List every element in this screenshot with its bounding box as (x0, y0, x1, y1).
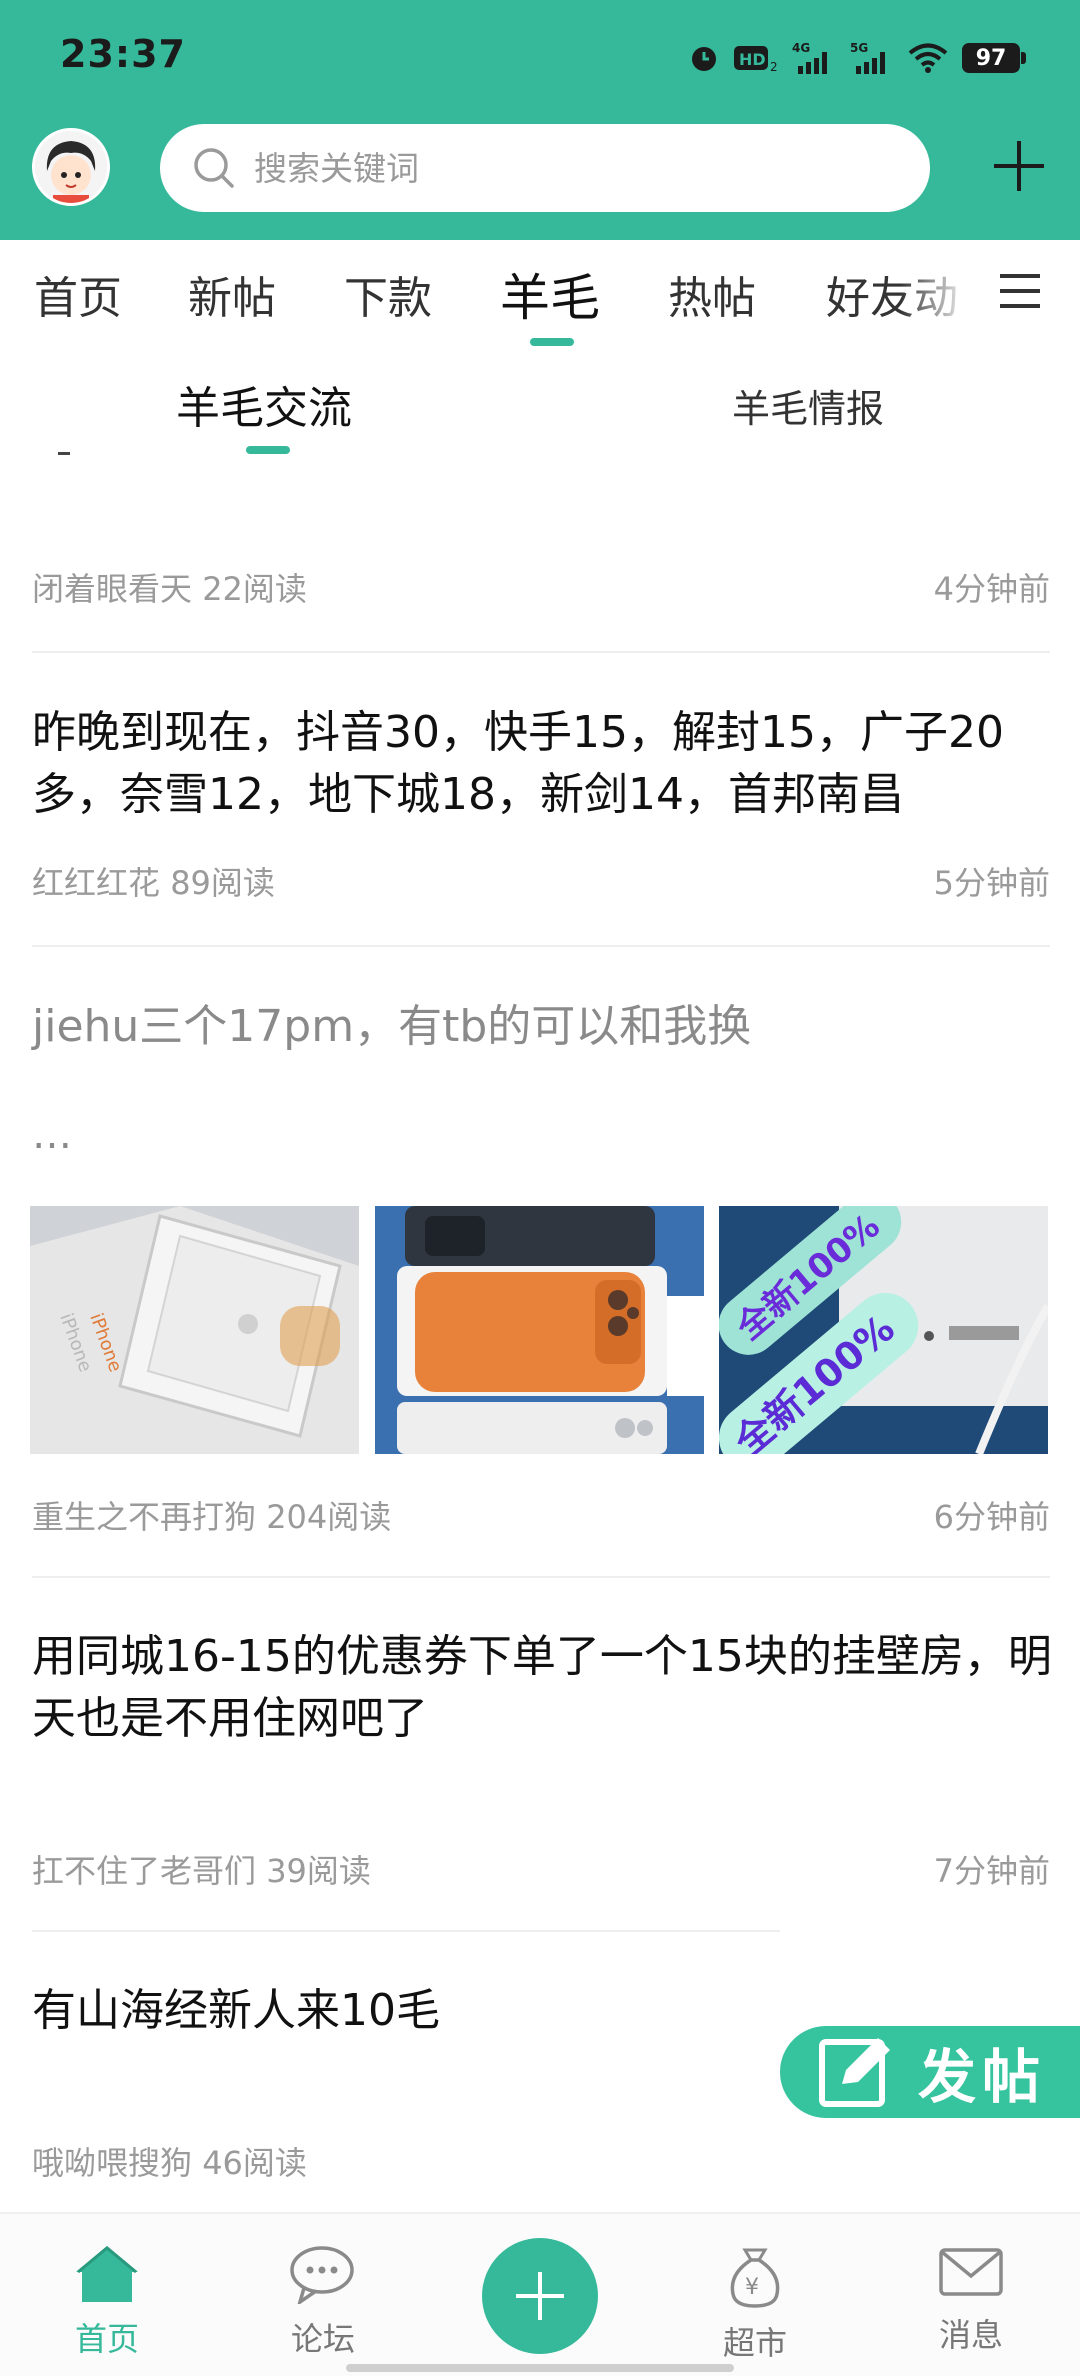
signal-5g-icon: 5G (850, 40, 894, 76)
post-reads: 89阅读 (170, 864, 275, 902)
post-time: 7分钟前 (933, 1852, 1050, 1890)
post-images: iPhone iPhone 全新100% 全新100% (30, 1206, 1051, 1454)
tab-home[interactable]: 首页 (34, 262, 122, 326)
active-subtab-indicator (246, 446, 290, 454)
nav-home[interactable]: 首页 (32, 2244, 182, 2360)
money-bag-icon: ¥ (730, 2248, 780, 2308)
divider (32, 945, 1050, 947)
active-tab-indicator (530, 338, 574, 346)
subtab-wool-intel[interactable]: 羊毛情报 (732, 378, 884, 433)
tab-new-posts[interactable]: 新帖 (188, 262, 276, 326)
tab-loans[interactable]: 下款 (344, 262, 432, 326)
post-image-2[interactable] (374, 1206, 706, 1454)
hamburger-menu-icon (1000, 274, 1040, 308)
phone-cases-image (374, 1206, 704, 1454)
post-time: 4分钟前 (933, 570, 1050, 608)
post-author: 哦呦喂搜狗 (32, 2144, 193, 2182)
post-author: 重生之不再打狗 (32, 1498, 257, 1536)
post-meta: 哦呦喂搜狗 46阅读 (32, 2138, 1050, 2184)
status-icons: HD 2 4G 5G 97 (688, 38, 1026, 78)
search-icon (194, 148, 234, 188)
post-author-reads: 重生之不再打狗 204阅读 (32, 1492, 391, 1538)
post-time: 5分钟前 (933, 864, 1050, 902)
tab-hot-posts[interactable]: 热帖 (668, 262, 756, 326)
new-post-button[interactable]: 发帖 (780, 2026, 1080, 2118)
chat-bubble-icon (290, 2246, 354, 2304)
status-time: 23:37 (60, 32, 186, 76)
svg-text:¥: ¥ (745, 2275, 759, 2300)
envelope-icon (939, 2248, 1003, 2296)
new-phone-stickers-image: 全新100% 全新100% (719, 1206, 1051, 1454)
tab-fade-overlay (900, 240, 970, 350)
svg-text:HD: HD (739, 50, 766, 69)
search-input[interactable] (254, 148, 874, 188)
phone-box-image: iPhone iPhone (30, 1206, 359, 1454)
nav-home-label: 首页 (74, 2320, 139, 2358)
signal-4g-icon: 4G (792, 40, 836, 76)
divider (32, 651, 1050, 653)
post-reads: 46阅读 (202, 2144, 307, 2182)
post-author-reads: 闭着眼看天 22阅读 (32, 564, 307, 610)
plus-icon (516, 2272, 564, 2320)
post-title[interactable]: 用同城16-15的优惠券下单了一个15块的挂壁房，明天也是不用住网吧了 (32, 1626, 1052, 1750)
menu-button[interactable] (1000, 272, 1040, 310)
add-button[interactable] (988, 135, 1050, 197)
nav-forum[interactable]: 论坛 (248, 2244, 398, 2360)
battery-indicator: 97 (962, 43, 1026, 73)
svg-text:5G: 5G (850, 41, 868, 55)
post-author-reads: 扛不住了老哥们 39阅读 (32, 1846, 371, 1892)
divider (32, 1576, 1050, 1578)
edit-icon (819, 2038, 890, 2107)
post-reads: 204阅读 (266, 1498, 392, 1536)
subtab-wool-exchange[interactable]: 羊毛交流 (176, 372, 352, 436)
post-author-reads: 红红红花 89阅读 (32, 858, 275, 904)
post-image-3[interactable]: 全新100% 全新100% (719, 1206, 1051, 1454)
avatar-illustration (35, 131, 107, 203)
wifi-icon (908, 40, 948, 76)
home-icon (76, 2246, 138, 2302)
post-author: 红红红花 (32, 864, 161, 902)
new-post-label: 发帖 (918, 2043, 1047, 2111)
app-header: 23:37 HD 2 4G 5G 97 (0, 0, 1080, 240)
post-author: 扛不住了老哥们 (32, 1852, 257, 1890)
post-author-reads: 哦呦喂搜狗 46阅读 (32, 2138, 307, 2184)
post-meta: 重生之不再打狗 204阅读 6分钟前 (32, 1492, 1050, 1538)
nav-forum-label: 论坛 (290, 2320, 355, 2358)
post-title[interactable]: jiehu三个17pm，有tb的可以和我换 (32, 996, 1052, 1058)
post-excerpt: … (32, 1112, 72, 1158)
plus-icon (994, 141, 1044, 191)
alarm-icon (688, 40, 720, 76)
nav-messages[interactable]: 消息 (896, 2244, 1046, 2356)
home-indicator (346, 2364, 734, 2372)
nav-create-button[interactable] (482, 2238, 598, 2354)
nav-market-label: 超市 (722, 2324, 787, 2362)
post-meta: 扛不住了老哥们 39阅读 7分钟前 (32, 1846, 1050, 1892)
post-meta: 闭着眼看天 22阅读 4分钟前 (32, 564, 1050, 610)
post-author: 闭着眼看天 (32, 570, 193, 608)
post-time: 6分钟前 (933, 1498, 1050, 1536)
post-meta: 红红红花 89阅读 5分钟前 (32, 858, 1050, 904)
post-reads: 39阅读 (266, 1852, 371, 1890)
nav-messages-label: 消息 (938, 2316, 1003, 2354)
tab-wool[interactable]: 羊毛 (500, 258, 600, 330)
user-avatar[interactable] (32, 128, 110, 206)
clipped-text-fragment (58, 452, 70, 455)
divider (32, 1930, 780, 1932)
svg-text:2: 2 (770, 60, 778, 74)
svg-text:4G: 4G (792, 41, 810, 55)
search-bar[interactable] (160, 124, 930, 212)
post-image-1[interactable]: iPhone iPhone (30, 1206, 361, 1454)
post-reads: 22阅读 (202, 570, 307, 608)
hd-icon: HD 2 (734, 40, 778, 76)
post-title[interactable]: 昨晚到现在，抖音30，快手15，解封15，广子20多，奈雪12，地下城18，新剑… (32, 702, 1052, 826)
nav-market[interactable]: ¥ 超市 (680, 2244, 830, 2364)
